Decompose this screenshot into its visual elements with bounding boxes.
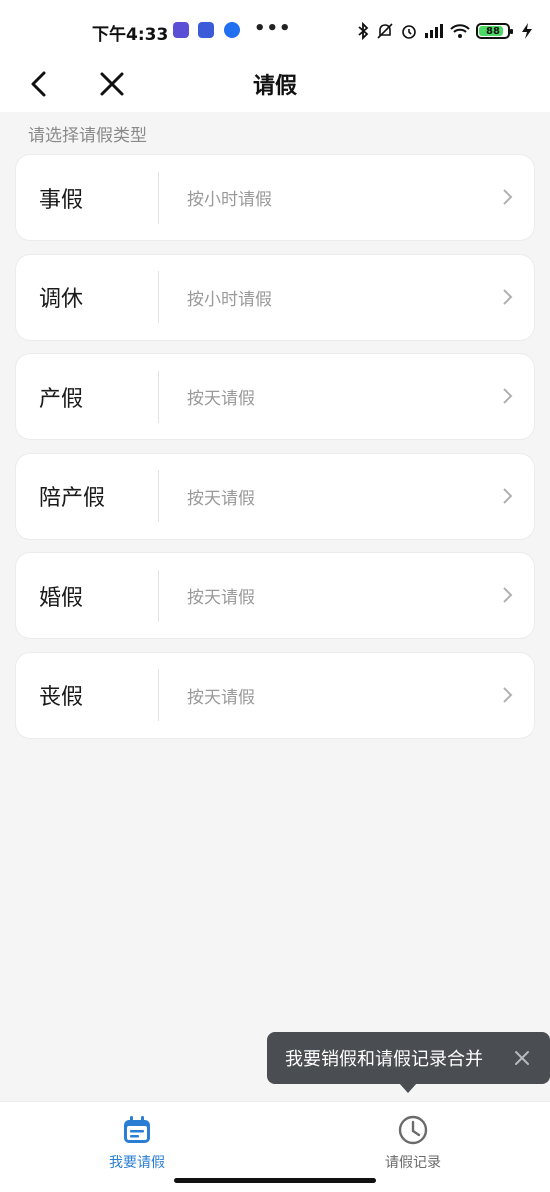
leave-type-name: 陪产假 (39, 486, 106, 511)
leave-type-item[interactable]: 陪产假 按天请假 (16, 453, 534, 539)
section-hint: 请选择请假类型 (28, 126, 147, 146)
leave-type-unit: 按天请假 (187, 488, 255, 509)
status-time: 下午4:33 (92, 25, 169, 45)
mute-icon (377, 23, 393, 39)
leave-type-name: 调休 (39, 287, 84, 312)
chevron-right-icon (503, 388, 513, 404)
calendar-icon (124, 1116, 150, 1143)
divider (158, 171, 159, 224)
chevron-right-icon (503, 288, 513, 305)
leave-type-item[interactable]: 调休 按小时请假 (16, 254, 534, 340)
tab-apply-leave[interactable]: 我要请假 (82, 1114, 192, 1172)
app-badge-icon (198, 22, 214, 38)
leave-type-list: 事假 按小时请假 调休 按小时请假 产假 按天请假 陪产假 按天请假 婚假 按天… (16, 155, 534, 752)
divider (158, 470, 159, 522)
close-icon[interactable] (512, 1048, 532, 1068)
leave-type-unit: 按天请假 (187, 389, 255, 409)
tab-label: 我要请假 (109, 1155, 165, 1171)
merge-tip-tooltip: 我要销假和请假记录合并 (267, 1032, 550, 1093)
battery-icon: 88 (476, 23, 513, 39)
battery-level: 88 (486, 25, 500, 37)
leave-type-unit: 按天请假 (187, 588, 255, 608)
alarm-icon (402, 25, 416, 39)
navigation-bar: 请假 (0, 60, 550, 112)
chevron-right-icon (503, 189, 513, 205)
divider (158, 669, 159, 721)
page-title: 请假 (252, 74, 297, 99)
tab-leave-records[interactable]: 请假记录 (358, 1114, 468, 1172)
leave-type-unit: 按天请假 (187, 687, 255, 708)
chevron-right-icon (503, 686, 513, 703)
leave-type-name: 产假 (39, 386, 84, 412)
leave-type-name: 丧假 (39, 685, 84, 710)
signal-icon (425, 24, 443, 38)
leave-type-item[interactable]: 产假 按天请假 (16, 354, 534, 439)
leave-type-item[interactable]: 婚假 按天请假 (16, 553, 534, 638)
leave-type-item[interactable]: 丧假 按天请假 (16, 652, 534, 738)
app-badge-icon (173, 22, 189, 38)
charging-icon (522, 23, 532, 39)
divider (158, 569, 159, 622)
bluetooth-icon (358, 22, 369, 40)
app-badge-icon (224, 22, 240, 38)
leave-type-unit: 按小时请假 (187, 190, 272, 210)
divider (158, 370, 159, 423)
status-right-icons: 88 (356, 20, 534, 42)
wifi-icon (450, 24, 470, 38)
chevron-right-icon (503, 487, 513, 504)
leave-type-item[interactable]: 事假 按小时请假 (16, 155, 534, 240)
leave-type-name: 婚假 (39, 585, 84, 611)
status-bar: 下午4:33 ••• 88 (0, 0, 550, 60)
leave-type-name: 事假 (39, 187, 84, 213)
more-dots-icon: ••• (254, 18, 292, 39)
divider (158, 271, 159, 323)
tooltip-text: 我要销假和请假记录合并 (285, 1049, 483, 1070)
tab-label: 请假记录 (385, 1155, 441, 1171)
home-indicator (174, 1178, 376, 1183)
clock-icon (398, 1115, 428, 1145)
chevron-right-icon (503, 587, 513, 603)
leave-type-unit: 按小时请假 (187, 289, 272, 310)
